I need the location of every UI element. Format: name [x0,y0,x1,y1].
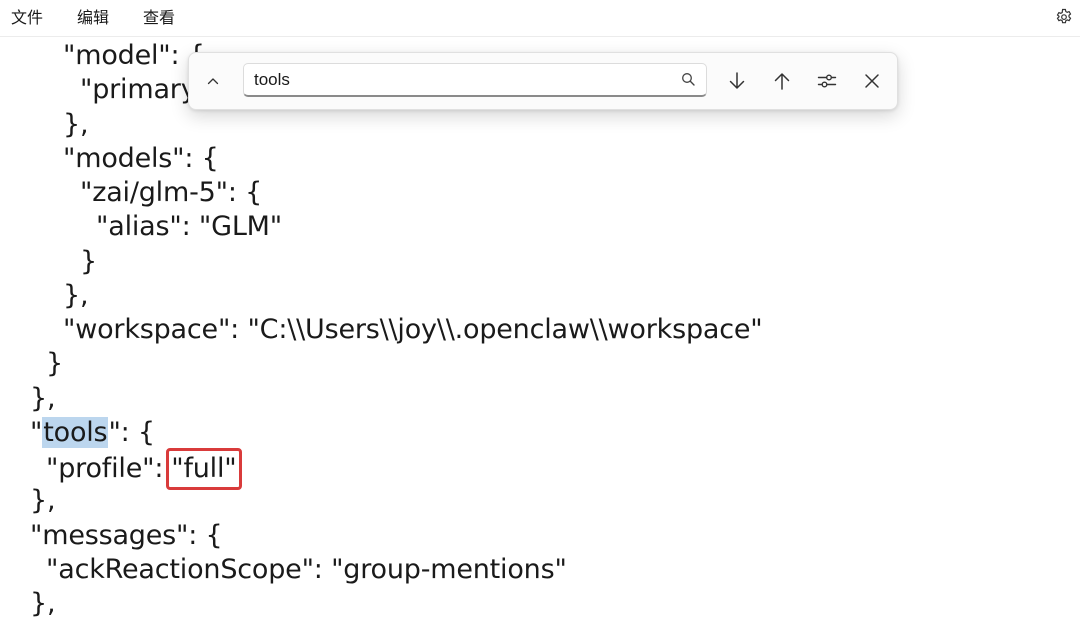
code-line: } [80,246,97,277]
code-line: "models": { [63,143,219,174]
gear-icon[interactable] [1054,7,1074,27]
code-line: "messages": { [30,520,223,551]
search-box [243,63,707,97]
code-line: "zai/glm-5": { [80,177,263,208]
search-icon[interactable] [681,72,696,87]
code-line: }, [63,109,89,140]
code-line: "model": { [63,40,205,71]
arrow-down-icon[interactable] [721,65,753,97]
code-token: " [30,417,43,448]
highlighted-value-box: "full" [166,448,242,490]
menu-file[interactable]: 文件 [11,7,43,29]
code-line: "alias": "GLM" [96,211,282,242]
code-line: }, [30,383,56,414]
search-match-highlight: tools [42,417,109,448]
menu-edit[interactable]: 编辑 [77,7,109,29]
code-line: }, [63,280,89,311]
search-input[interactable] [254,64,664,95]
code-line: "workspace": "C:\\Users\\joy\\.openclaw\… [63,314,763,345]
code-line: }, [30,588,56,619]
code-line-tools: "tools": { [30,416,155,450]
code-token: "profile": [46,453,164,484]
menu-view[interactable]: 查看 [143,7,175,29]
chevron-up-icon[interactable] [197,65,229,97]
code-line: }, [30,485,56,516]
code-line: "primary [80,74,197,105]
close-icon[interactable] [856,65,888,97]
code-line: } [46,348,63,379]
arrow-up-icon[interactable] [766,65,798,97]
code-token: ": { [108,417,155,448]
code-line: "ackReactionScope": "group-mentions" [46,554,567,585]
menu-bar: 文件 编辑 查看 [0,0,1080,37]
editor-area[interactable]: "model": { "primary }, "models": { "zai/… [0,37,1080,624]
find-panel [188,52,898,110]
sliders-icon[interactable] [811,65,843,97]
code-line-profile: "profile": "full" [46,448,242,490]
